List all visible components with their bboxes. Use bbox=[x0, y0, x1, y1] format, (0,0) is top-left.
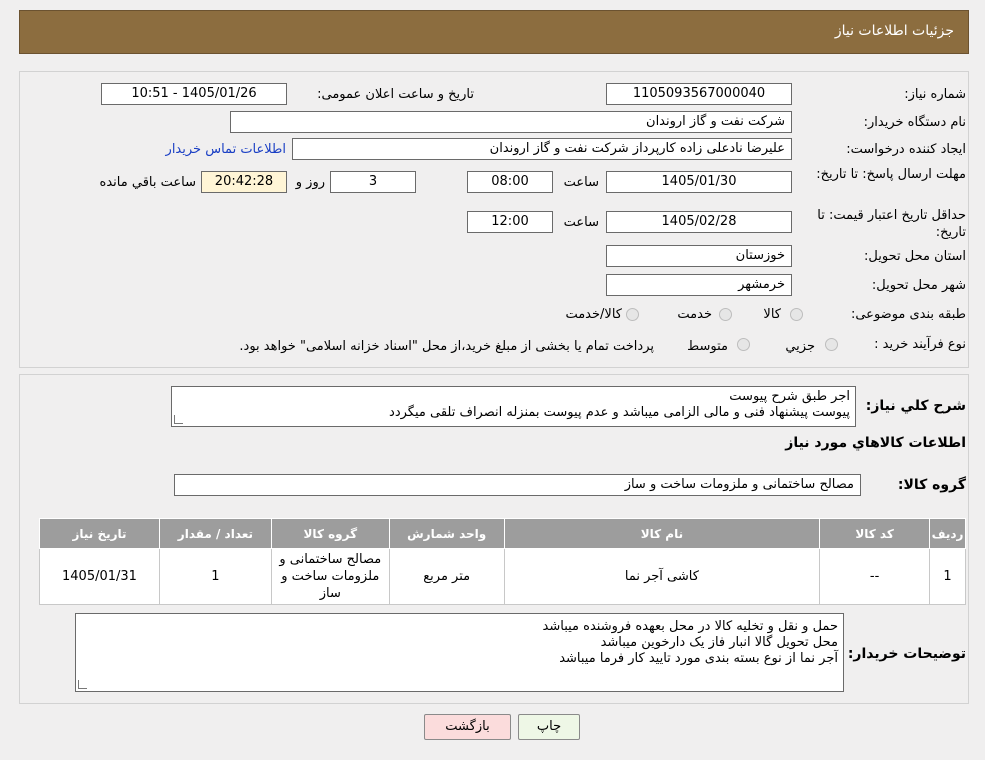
buyer-notes-line: حمل و نقل و تخلیه کالا در محل بعهده فروش… bbox=[542, 619, 838, 634]
cell-row: 1 bbox=[929, 548, 966, 605]
requester-field: علیرضا نادعلی زاده کارپرداز شرکت نفت و گ… bbox=[292, 138, 792, 160]
col-code: کد کالا bbox=[819, 518, 931, 549]
contact-buyer-link[interactable]: اطلاعات تماس خریدار bbox=[166, 142, 286, 157]
validity-time-field: 12:00 bbox=[467, 211, 553, 233]
city-label: شهر محل تحویل: bbox=[871, 278, 966, 293]
validity-date-field: 1405/02/28 bbox=[606, 211, 792, 233]
description-line: اجر طبق شرح پیوست bbox=[729, 389, 850, 404]
col-name: نام کالا bbox=[503, 518, 821, 549]
buyer-org-label: نام دستگاه خریدار: bbox=[863, 115, 966, 130]
process-option-medium: متوسط bbox=[687, 339, 728, 354]
category-radio-goods-service[interactable] bbox=[626, 308, 639, 321]
days-field: 3 bbox=[330, 171, 416, 193]
deadline-date-field: 1405/01/30 bbox=[606, 171, 792, 193]
buyer-notes-label: توضیحات خریدار: bbox=[847, 646, 966, 662]
cell-name: کاشی آجر نما bbox=[503, 548, 821, 605]
deadline-time-field: 08:00 bbox=[467, 171, 553, 193]
category-label: طبقه بندی موضوعی: bbox=[850, 307, 966, 322]
description-textarea[interactable]: اجر طبق شرح پیوست پیوست پیشنهاد فنی و ما… bbox=[171, 386, 856, 427]
remaining-time-field: 20:42:28 bbox=[201, 171, 287, 193]
print-button[interactable]: چاپ bbox=[518, 714, 580, 740]
buyer-org-field: شرکت نفت و گاز اروندان bbox=[230, 111, 792, 133]
requester-label: ایجاد کننده درخواست: bbox=[846, 142, 966, 157]
remaining-label: ساعت باقي مانده bbox=[99, 175, 196, 190]
process-note: پرداخت تمام یا بخشی از مبلغ خرید،از محل … bbox=[239, 339, 654, 354]
cell-qty: 1 bbox=[158, 548, 272, 605]
goods-table: رديف کد کالا نام کالا واحد شمارش گروه کا… bbox=[39, 518, 966, 605]
resize-grip-icon[interactable] bbox=[174, 415, 183, 424]
cell-date: 1405/01/31 bbox=[39, 548, 160, 605]
buyer-notes-line: آجر نما از نوع بسته بندی مورد تایید کار … bbox=[559, 651, 838, 666]
announce-field: 1405/01/26 - 10:51 bbox=[101, 83, 287, 105]
category-option-goods: کالا bbox=[763, 307, 781, 322]
resize-grip-icon[interactable] bbox=[78, 680, 87, 689]
validity-time-label: ساعت bbox=[563, 215, 599, 230]
cell-group: مصالح ساختمانی و ملزومات ساخت و ساز bbox=[270, 548, 390, 605]
deadline-time-label: ساعت bbox=[563, 175, 599, 190]
category-option-service: خدمت bbox=[677, 307, 712, 322]
col-group: گروه کالا bbox=[270, 518, 390, 549]
deadline-label: مهلت ارسال پاسخ: تا تاریخ: bbox=[816, 167, 966, 182]
cell-code: -- bbox=[819, 548, 931, 605]
table-row: 1 -- کاشی آجر نما متر مربع مصالح ساختمان… bbox=[39, 548, 966, 605]
validity-label: حداقل تاریخ اعتبار قیمت: تا تاریخ: bbox=[817, 208, 966, 240]
back-button[interactable]: بازگشت bbox=[424, 714, 511, 740]
col-unit: واحد شمارش bbox=[388, 518, 505, 549]
description-label: شرح کلي نياز: bbox=[865, 398, 966, 414]
goods-group-label: گروه کالا: bbox=[897, 477, 966, 493]
need-number-label: شماره نیاز: bbox=[904, 87, 966, 102]
process-option-minor: جزيي bbox=[785, 339, 815, 354]
col-row: رديف bbox=[929, 518, 966, 549]
process-radio-medium[interactable] bbox=[737, 338, 750, 351]
category-radio-goods[interactable] bbox=[790, 308, 803, 321]
province-field: خوزستان bbox=[606, 245, 792, 267]
process-label: نوع فرآیند خرید : bbox=[874, 337, 966, 352]
buyer-notes-textarea[interactable]: حمل و نقل و تخلیه کالا در محل بعهده فروش… bbox=[75, 613, 844, 692]
city-field: خرمشهر bbox=[606, 274, 792, 296]
description-line: پیوست پیشنهاد فنی و مالی الزامی میباشد و… bbox=[389, 405, 850, 420]
category-radio-service[interactable] bbox=[719, 308, 732, 321]
province-label: استان محل تحویل: bbox=[864, 249, 966, 264]
announce-label: تاریخ و ساعت اعلان عمومی: bbox=[317, 87, 474, 102]
page-header: جزئیات اطلاعات نیاز bbox=[19, 10, 969, 54]
cell-unit: متر مربع bbox=[388, 548, 505, 605]
table-header-row: رديف کد کالا نام کالا واحد شمارش گروه کا… bbox=[39, 518, 966, 549]
need-number-field: 1105093567000040 bbox=[606, 83, 792, 105]
goods-info-title: اطلاعات کالاهاي مورد نياز bbox=[785, 435, 966, 451]
col-qty: تعداد / مقدار bbox=[158, 518, 272, 549]
process-radio-minor[interactable] bbox=[825, 338, 838, 351]
category-option-goods-service: کالا/خدمت bbox=[565, 307, 622, 322]
days-label: روز و bbox=[295, 175, 325, 190]
buyer-notes-line: محل تحویل گالا انبار فاز یک دارخوین میبا… bbox=[600, 635, 838, 650]
goods-group-field: مصالح ساختمانی و ملزومات ساخت و ساز bbox=[174, 474, 861, 496]
col-date: تاریخ نیاز bbox=[39, 518, 160, 549]
page-title: جزئیات اطلاعات نیاز bbox=[834, 23, 954, 39]
